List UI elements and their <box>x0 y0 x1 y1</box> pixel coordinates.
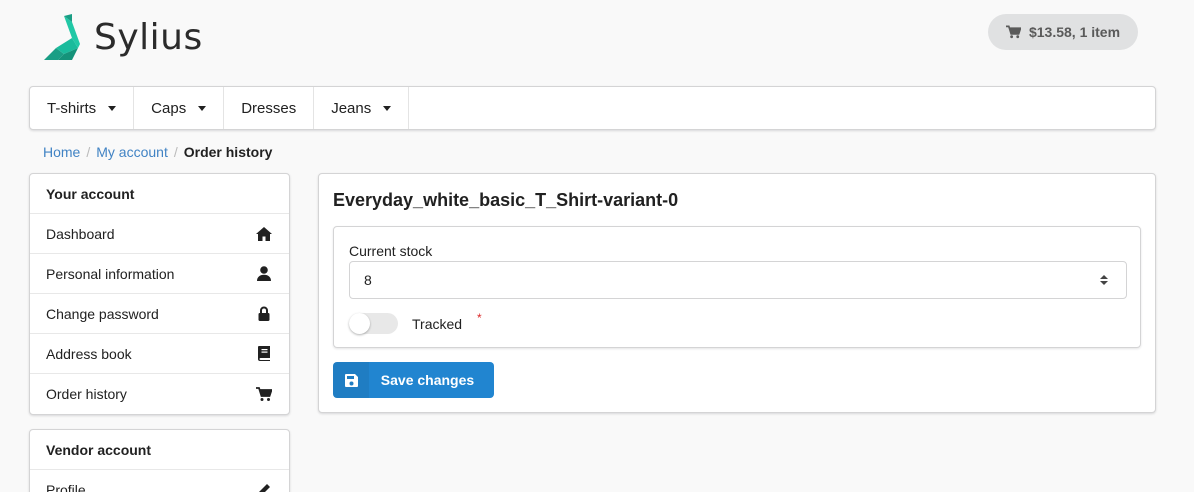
variant-title: Everyday_white_basic_T_Shirt-variant-0 <box>333 190 679 210</box>
header: Sylius $13.58, 1 item <box>0 0 1194 86</box>
sidebar-item-profile[interactable]: Profile <box>30 470 289 492</box>
menu-item-label: Caps <box>151 99 187 117</box>
current-stock-input[interactable] <box>349 261 1127 299</box>
sidebar-item-label: Order history <box>46 386 127 402</box>
user-icon <box>257 266 271 281</box>
current-stock-label: Current stock <box>349 243 433 259</box>
book-icon <box>258 346 270 361</box>
save-changes-label: Save changes <box>380 372 475 388</box>
save-changes-button[interactable]: Save changes <box>333 362 494 398</box>
breadcrumb-separator: / <box>86 144 91 160</box>
tracked-toggle[interactable] <box>349 313 398 334</box>
pencil-icon <box>258 483 270 492</box>
caret-down-icon <box>383 105 392 111</box>
logo[interactable]: Sylius <box>42 14 203 60</box>
sidebar-item-dashboard[interactable]: Dashboard <box>30 214 289 254</box>
vendor-menu: Vendor account Profile <box>29 429 290 492</box>
sidebar-item-change-password[interactable]: Change password <box>30 294 289 334</box>
home-icon <box>256 227 272 241</box>
save-icon-wrap <box>333 362 369 398</box>
save-icon <box>344 373 358 387</box>
breadcrumb-my-account[interactable]: My account <box>96 144 168 160</box>
sidebar-item-label: Profile <box>46 482 86 492</box>
sidebar-item-label: Change password <box>46 305 159 322</box>
main-menu: T-shirts Caps Dresses Jeans <box>29 86 1156 130</box>
toggle-knob <box>349 313 370 334</box>
lock-icon <box>258 306 270 321</box>
sylius-logo-icon <box>44 14 80 60</box>
vendor-menu-title: Vendor account <box>30 430 289 470</box>
menu-item-label: Dresses <box>241 99 297 117</box>
menu-item-jeans[interactable]: Jeans <box>314 87 410 129</box>
sidebar-item-label: Dashboard <box>46 225 115 242</box>
breadcrumb-separator: / <box>173 144 178 160</box>
breadcrumb-home[interactable]: Home <box>43 144 80 160</box>
inventory-fields: Current stock Tracked * <box>333 226 1141 348</box>
menu-item-caps[interactable]: Caps <box>134 87 225 129</box>
cart-icon <box>256 386 272 401</box>
sidebar-item-label: Personal information <box>46 265 175 282</box>
sidebar-item-address-book[interactable]: Address book <box>30 334 289 374</box>
cart-summary: $13.58, 1 item <box>1028 24 1121 40</box>
account-menu-title: Your account <box>30 174 289 214</box>
menu-item-label: T-shirts <box>47 99 97 117</box>
menu-item-dresses[interactable]: Dresses <box>224 87 315 129</box>
menu-item-label: Jeans <box>331 99 372 117</box>
account-menu: Your account Dashboard Personal informat… <box>29 173 290 415</box>
breadcrumb: Home / My account / Order history <box>43 144 272 160</box>
sidebar-item-label: Address book <box>46 345 132 362</box>
caret-down-icon <box>108 105 117 111</box>
inventory-form: Everyday_white_basic_T_Shirt-variant-0 C… <box>318 173 1156 413</box>
menu-item-tshirts[interactable]: T-shirts <box>30 87 135 129</box>
cart-icon <box>1005 25 1021 39</box>
sidebar-item-personal-information[interactable]: Personal information <box>30 254 289 294</box>
caret-down-icon <box>198 105 207 111</box>
breadcrumb-current: Order history <box>183 144 273 160</box>
sidebar-item-order-history[interactable]: Order history <box>30 374 289 414</box>
tracked-label: Tracked <box>412 316 463 332</box>
brand-name: Sylius <box>94 16 203 58</box>
cart-button[interactable]: $13.58, 1 item <box>988 14 1138 50</box>
number-spinner-icon[interactable] <box>1099 272 1109 288</box>
required-mark: * <box>477 311 482 325</box>
